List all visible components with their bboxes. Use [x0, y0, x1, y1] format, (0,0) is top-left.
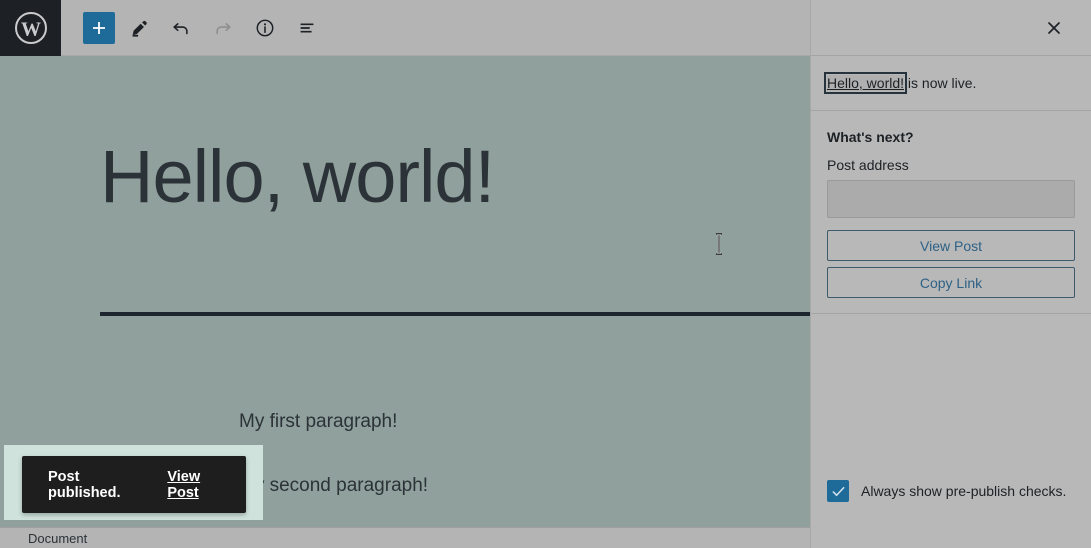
tools-pencil-button[interactable]: [121, 10, 157, 46]
published-notice: Hello, world! is now live.: [811, 56, 1091, 111]
post-address-label: Post address: [827, 157, 909, 173]
view-post-button[interactable]: View Post: [827, 230, 1075, 261]
details-info-button[interactable]: [247, 10, 283, 46]
published-post-link[interactable]: Hello, world!: [823, 72, 908, 94]
text-caret-icon: [714, 233, 724, 255]
prepublish-checks-label: Always show pre-publish checks.: [861, 483, 1067, 499]
publish-sidebar: Hello, world! is now live. What's next? …: [810, 0, 1091, 548]
block-inserter-button[interactable]: [83, 11, 115, 44]
editor-statusbar: Document: [0, 527, 810, 548]
sidebar-divider: [811, 313, 1091, 314]
separator-block[interactable]: [100, 312, 810, 316]
svg-text:W: W: [21, 18, 41, 40]
editor-toolbar: W: [0, 0, 810, 56]
redo-button[interactable]: [205, 10, 241, 46]
copy-link-button[interactable]: Copy Link: [827, 267, 1075, 298]
snackbar-post-published: Post published. View Post: [22, 456, 246, 513]
paragraph-block-1[interactable]: My first paragraph!: [239, 411, 397, 433]
paragraph-block-2[interactable]: My second paragraph!: [239, 475, 428, 497]
close-icon[interactable]: [1039, 13, 1069, 43]
snackbar-view-post-link[interactable]: View Post: [167, 469, 220, 501]
post-address-input[interactable]: [827, 180, 1075, 218]
whats-next-heading: What's next?: [827, 129, 914, 145]
post-title-block[interactable]: Hello, world!: [100, 138, 495, 216]
whats-next-section: What's next? Post address View Post Copy…: [811, 111, 1091, 298]
snackbar-message: Post published.: [48, 468, 121, 501]
checkbox-checked-icon[interactable]: [827, 480, 849, 502]
breadcrumb-document[interactable]: Document: [28, 531, 87, 546]
sidebar-header: [811, 0, 1091, 56]
undo-button[interactable]: [163, 10, 199, 46]
published-notice-suffix: is now live.: [904, 75, 977, 91]
list-view-button[interactable]: [289, 10, 325, 46]
editor-window: W Hello, world! My first paragraph! My s…: [0, 0, 1091, 548]
wordpress-logo[interactable]: W: [0, 0, 61, 56]
prepublish-checks-row: Always show pre-publish checks.: [827, 480, 1066, 502]
toolbar-buttons: [61, 0, 325, 56]
